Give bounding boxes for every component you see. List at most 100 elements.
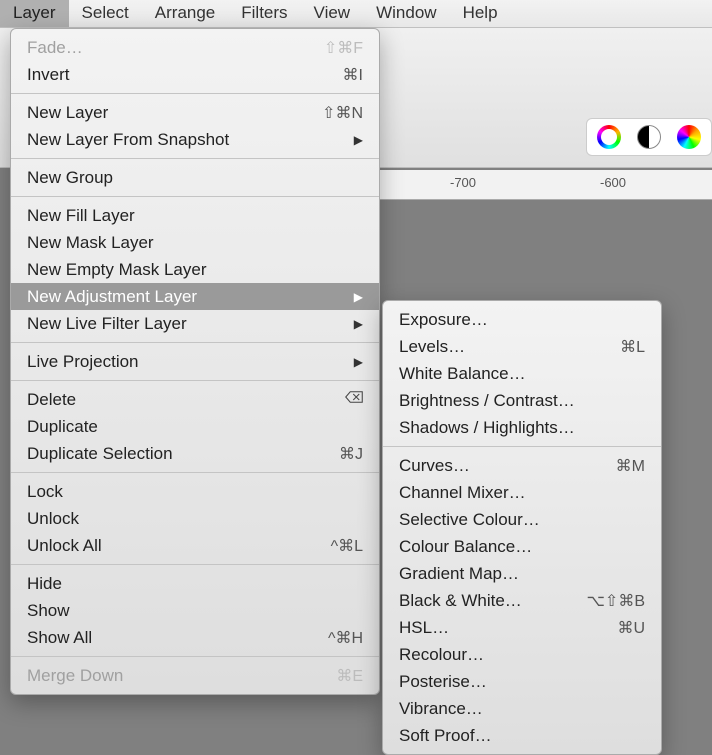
menu-item-label: Selective Colour… [399, 510, 645, 530]
menu-item-new-layer[interactable]: New Layer⇧⌘N [11, 99, 379, 126]
menu-item-label: Duplicate Selection [27, 444, 339, 464]
menu-item-label: Show [27, 601, 363, 621]
menu-item-label: Levels… [399, 337, 620, 357]
menu-item-new-live-filter-layer[interactable]: New Live Filter Layer▶ [11, 310, 379, 337]
color-mode-pill [586, 118, 712, 156]
menubar-item-layer[interactable]: Layer [0, 0, 69, 27]
shortcut-label: ^⌘L [331, 536, 363, 556]
submenu-item-gradient-map[interactable]: Gradient Map… [383, 560, 661, 587]
menu-item-label: Channel Mixer… [399, 483, 645, 503]
submenu-arrow-icon: ▶ [354, 317, 363, 331]
submenu-item-brightness-contrast[interactable]: Brightness / Contrast… [383, 387, 661, 414]
separator [11, 342, 379, 343]
submenu-item-posterise[interactable]: Posterise… [383, 668, 661, 695]
menu-item-new-adjustment-layer[interactable]: New Adjustment Layer▶ [11, 283, 379, 310]
submenu-item-channel-mixer[interactable]: Channel Mixer… [383, 479, 661, 506]
submenu-arrow-icon: ▶ [354, 133, 363, 147]
menu-item-label: Exposure… [399, 310, 645, 330]
shortcut-label: ⇧⌘N [322, 103, 363, 123]
submenu-item-hsl[interactable]: HSL…⌘U [383, 614, 661, 641]
menu-item-label: New Layer From Snapshot [27, 130, 346, 150]
menubar: LayerSelectArrangeFiltersViewWindowHelp [0, 0, 712, 28]
menu-item-label: Curves… [399, 456, 616, 476]
menu-item-label: New Mask Layer [27, 233, 363, 253]
menu-item-hide[interactable]: Hide [11, 570, 379, 597]
ruler-tick: -700 [450, 175, 476, 190]
submenu-item-levels[interactable]: Levels…⌘L [383, 333, 661, 360]
menubar-item-help[interactable]: Help [450, 0, 511, 27]
menu-item-label: Delete [27, 390, 345, 410]
menu-item-label: Black & White… [399, 591, 586, 611]
shortcut-label: ⇧⌘F [324, 38, 363, 58]
menu-item-label: Merge Down [27, 666, 336, 686]
menu-item-delete[interactable]: Delete [11, 386, 379, 413]
layer-menu: Fade…⇧⌘FInvert⌘INew Layer⇧⌘NNew Layer Fr… [10, 28, 380, 695]
color-solid-icon[interactable] [677, 125, 701, 149]
menu-item-lock[interactable]: Lock [11, 478, 379, 505]
menu-item-label: Soft Proof… [399, 726, 645, 746]
submenu-item-exposure[interactable]: Exposure… [383, 306, 661, 333]
submenu-item-shadows-highlights[interactable]: Shadows / Highlights… [383, 414, 661, 441]
ruler: -700 -600 [380, 170, 712, 200]
menu-item-label: New Adjustment Layer [27, 287, 346, 307]
menu-item-label: HSL… [399, 618, 617, 638]
menu-item-label: Hide [27, 574, 363, 594]
menubar-item-filters[interactable]: Filters [228, 0, 300, 27]
menu-item-unlock-all[interactable]: Unlock All^⌘L [11, 532, 379, 559]
submenu-item-colour-balance[interactable]: Colour Balance… [383, 533, 661, 560]
submenu-arrow-icon: ▶ [354, 355, 363, 369]
separator [11, 380, 379, 381]
ruler-tick: -600 [600, 175, 626, 190]
menu-item-live-projection[interactable]: Live Projection ▶ [11, 348, 379, 375]
shortcut-label: ⌘L [620, 337, 645, 357]
submenu-item-curves[interactable]: Curves…⌘M [383, 452, 661, 479]
menu-item-unlock[interactable]: Unlock [11, 505, 379, 532]
menu-item-label: Duplicate [27, 417, 363, 437]
menu-item-label: Vibrance… [399, 699, 645, 719]
menu-item-label: New Group [27, 168, 363, 188]
menu-item-new-empty-mask-layer[interactable]: New Empty Mask Layer [11, 256, 379, 283]
submenu-item-black-white[interactable]: Black & White…⌥⇧⌘B [383, 587, 661, 614]
new-adjustment-layer-submenu: Exposure… Levels…⌘L White Balance… Brightne… [382, 300, 662, 755]
delete-icon [345, 390, 363, 409]
menu-item-label: Colour Balance… [399, 537, 645, 557]
submenu-item-recolour[interactable]: Recolour… [383, 641, 661, 668]
submenu-item-soft-proof[interactable]: Soft Proof… [383, 722, 661, 749]
shortcut-label: ⌘E [336, 666, 363, 686]
menu-item-show[interactable]: Show [11, 597, 379, 624]
menu-item-label: Posterise… [399, 672, 645, 692]
menu-item-new-fill-layer[interactable]: New Fill Layer [11, 202, 379, 229]
color-wheel-icon[interactable] [597, 125, 621, 149]
menu-item-show-all[interactable]: Show All^⌘H [11, 624, 379, 651]
separator [11, 564, 379, 565]
shortcut-label: ⌘I [343, 65, 363, 85]
menu-item-duplicate[interactable]: Duplicate [11, 413, 379, 440]
menu-item-label: New Empty Mask Layer [27, 260, 363, 280]
menu-item-new-layer-from-snapshot[interactable]: New Layer From Snapshot ▶ [11, 126, 379, 153]
menubar-item-arrange[interactable]: Arrange [142, 0, 228, 27]
menu-item-invert[interactable]: Invert⌘I [11, 61, 379, 88]
menubar-item-select[interactable]: Select [69, 0, 142, 27]
menu-item-label: Shadows / Highlights… [399, 418, 645, 438]
menu-item-label: Unlock [27, 509, 363, 529]
submenu-item-selective-colour[interactable]: Selective Colour… [383, 506, 661, 533]
bw-icon[interactable] [637, 125, 661, 149]
menubar-item-window[interactable]: Window [363, 0, 449, 27]
menu-item-label: Show All [27, 628, 328, 648]
menu-item-label: New Fill Layer [27, 206, 363, 226]
submenu-item-vibrance[interactable]: Vibrance… [383, 695, 661, 722]
menu-item-new-group[interactable]: New Group [11, 164, 379, 191]
submenu-item-white-balance[interactable]: White Balance… [383, 360, 661, 387]
separator [11, 472, 379, 473]
menu-item-label: Invert [27, 65, 343, 85]
separator [11, 196, 379, 197]
menu-item-merge-down: Merge Down⌘E [11, 662, 379, 689]
shortcut-label: ⌘J [339, 444, 363, 464]
menu-item-label: Live Projection [27, 352, 346, 372]
menu-item-label: White Balance… [399, 364, 645, 384]
menubar-item-view[interactable]: View [301, 0, 364, 27]
menu-item-new-mask-layer[interactable]: New Mask Layer [11, 229, 379, 256]
separator [11, 158, 379, 159]
menu-item-duplicate-selection[interactable]: Duplicate Selection⌘J [11, 440, 379, 467]
shortcut-label: ⌘M [616, 456, 645, 476]
